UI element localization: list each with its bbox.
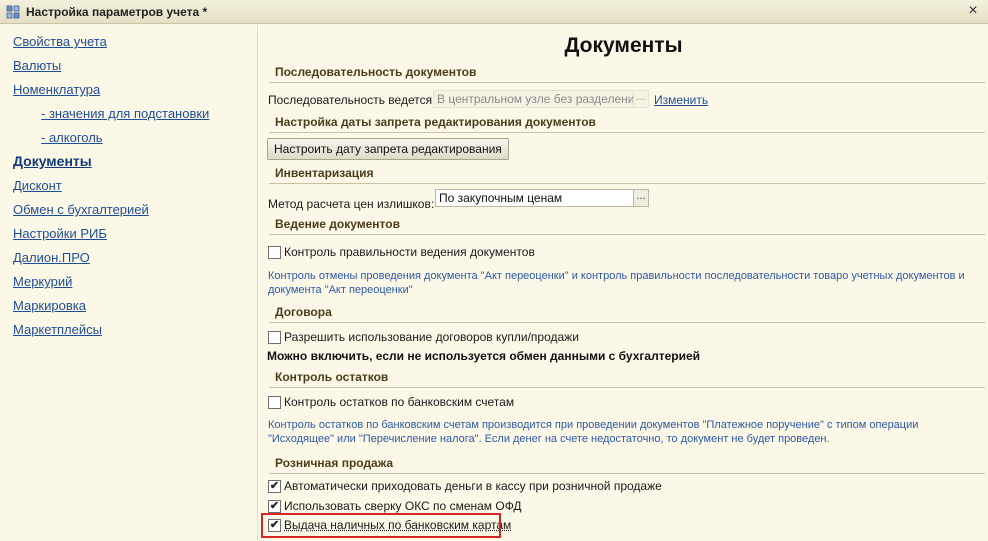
surplus-price-method-field[interactable]: По закупочным ценам (435, 189, 634, 207)
section-header-balances: Контроль остатков (269, 370, 985, 388)
bank-balance-control-checkbox[interactable] (268, 396, 281, 409)
settings-form-icon (6, 5, 20, 19)
window-title: Настройка параметров учета * (26, 5, 208, 19)
page-title: Документы (564, 34, 683, 57)
section-header-sequence: Последовательность документов (269, 65, 985, 83)
sidebar: Свойства учета Валюты Номенклатура - зна… (0, 25, 258, 541)
sequence-field[interactable]: В центральном узле без разделения г (433, 90, 635, 108)
ofd-reconciliation-label[interactable]: Использовать сверку ОКС по сменам ОФД (284, 499, 522, 513)
surplus-price-method-label: Метод расчета цен излишков: (268, 197, 435, 211)
contracts-note: Можно включить, если не используется обм… (267, 349, 701, 363)
sequence-label: Последовательность ведется: (268, 93, 436, 107)
sidebar-item-dalion-pro[interactable]: Далион.ПРО (13, 250, 90, 265)
sidebar-item-nomenclature[interactable]: Номенклатура (13, 82, 100, 97)
sidebar-item-documents[interactable]: Документы (13, 153, 92, 169)
sidebar-item-rib-settings[interactable]: Настройки РИБ (13, 226, 107, 241)
window-titlebar: Настройка параметров учета * × (0, 0, 988, 24)
auto-cash-receipt-label[interactable]: Автоматически приходовать деньги в кассу… (284, 479, 662, 493)
surplus-price-method-select-button[interactable]: ... (633, 189, 649, 207)
close-icon[interactable]: × (964, 2, 982, 20)
section-header-lock-date: Настройка даты запрета редактирования до… (269, 115, 985, 133)
doc-keeping-note-line1: Контроль отмены проведения документа "Ак… (268, 270, 965, 282)
doc-keeping-control-label[interactable]: Контроль правильности ведения документов (284, 245, 535, 259)
section-header-contracts: Договора (269, 305, 985, 323)
auto-cash-receipt-checkbox[interactable]: ✔ (268, 480, 281, 493)
sidebar-item-currencies[interactable]: Валюты (13, 58, 61, 73)
set-lock-date-button[interactable]: Настроить дату запрета редактирования (267, 138, 509, 160)
balances-note-line2: "Исходящее" или "Перечисление налога". Е… (268, 433, 830, 445)
sidebar-item-mercury[interactable]: Меркурий (13, 274, 72, 289)
change-sequence-link[interactable]: Изменить (654, 93, 708, 107)
ofd-reconciliation-checkbox[interactable]: ✔ (268, 500, 281, 513)
sidebar-item-marketplaces[interactable]: Маркетплейсы (13, 322, 102, 337)
doc-keeping-note-line2: документа "Акт переоценки" (268, 284, 413, 296)
main-panel: Документы Последовательность документов … (259, 25, 988, 541)
doc-keeping-control-checkbox[interactable] (268, 246, 281, 259)
section-header-doc-keeping: Ведение документов (269, 217, 985, 235)
bank-balance-control-label[interactable]: Контроль остатков по банковским счетам (284, 395, 514, 409)
sidebar-item-substitution-values[interactable]: - значения для подстановки (41, 106, 209, 121)
sidebar-item-accounting-properties[interactable]: Свойства учета (13, 34, 107, 49)
sidebar-item-accounting-exchange[interactable]: Обмен с бухгалтерией (13, 202, 149, 217)
highlight-frame (261, 513, 501, 538)
section-header-retail: Розничная продажа (269, 456, 985, 474)
allow-contracts-label[interactable]: Разрешить использование договоров купли/… (284, 330, 579, 344)
allow-contracts-checkbox[interactable] (268, 331, 281, 344)
sidebar-item-alcohol[interactable]: - алкоголь (41, 130, 103, 145)
section-header-inventory: Инвентаризация (269, 166, 985, 184)
sidebar-item-marking[interactable]: Маркировка (13, 298, 86, 313)
balances-note-line1: Контроль остатков по банковским счетам п… (268, 419, 919, 431)
sidebar-item-discount[interactable]: Дисконт (13, 178, 62, 193)
sequence-select-button[interactable]: ... (633, 90, 649, 108)
